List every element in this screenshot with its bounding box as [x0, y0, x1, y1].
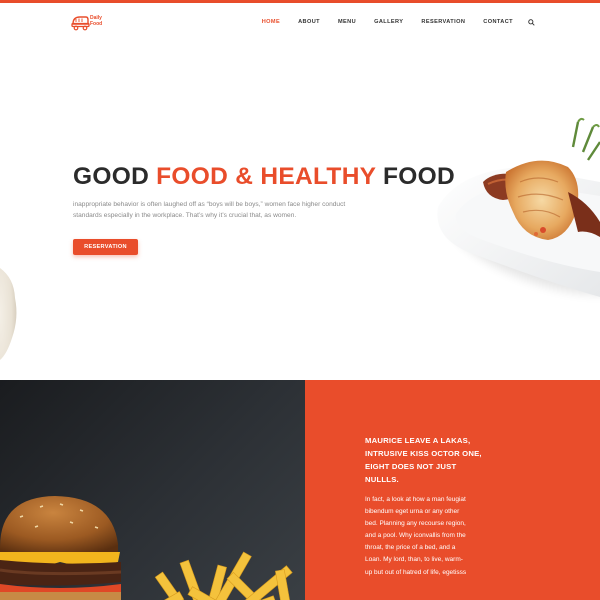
hero-description: inappropriate behavior is often laughed …: [73, 201, 346, 219]
nav-menu[interactable]: MENU: [329, 19, 365, 25]
reservation-button[interactable]: RESERVATION: [73, 239, 138, 255]
plated-lobster-image: [437, 117, 600, 297]
site-header: Daily Food HOME ABOUT MENU GALLERY RESER…: [0, 3, 600, 41]
nav-reservation[interactable]: RESERVATION: [412, 19, 474, 25]
feature-heading: MAURICE LEAVE A LAKAS, INTRUSIVE KISS OC…: [365, 436, 482, 484]
hero-title-accent: FOOD & HEALTHY: [156, 163, 376, 190]
search-icon[interactable]: [524, 15, 538, 29]
nav-home[interactable]: HOME: [253, 19, 289, 25]
hero-title: GOOD FOOD & HEALTHY FOOD: [73, 163, 455, 191]
hero-title-part2: FOOD: [375, 163, 455, 190]
main-nav: HOME ABOUT MENU GALLERY RESERVATION CONT…: [253, 3, 538, 41]
logo-line2: Food: [90, 21, 103, 27]
nav-about[interactable]: ABOUT: [289, 19, 329, 25]
feature-body: In fact, a look at how a man feugiat bib…: [365, 496, 467, 576]
hero-title-part1: GOOD: [73, 163, 157, 190]
nav-gallery[interactable]: GALLERY: [365, 19, 412, 25]
burger-image: [0, 496, 122, 600]
nav-contact[interactable]: CONTACT: [474, 19, 522, 25]
fries-image: [150, 551, 295, 600]
page: Daily Food HOME ABOUT MENU GALLERY RESER…: [0, 0, 600, 600]
logo-text[interactable]: Daily Food: [90, 15, 114, 27]
bread-image: [0, 268, 17, 360]
